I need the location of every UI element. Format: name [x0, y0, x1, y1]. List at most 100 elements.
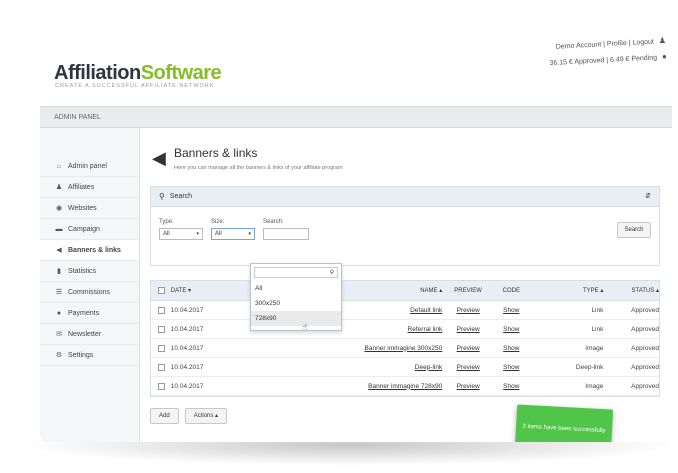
table-header: DATE ▾ NAME ▴ PREVIEW CODE TYPE ▴ STATUS…	[151, 281, 659, 301]
row-checkbox[interactable]	[158, 344, 165, 352]
col-type-header[interactable]: TYPE ▴	[529, 287, 603, 294]
search-panel-title: Search	[169, 193, 193, 200]
row-status: Approved	[631, 344, 659, 352]
search-input[interactable]	[263, 228, 309, 240]
success-toast[interactable]: 2 items have been successfully saved	[514, 404, 614, 442]
select-all-checkbox[interactable]	[158, 287, 165, 294]
profile-link[interactable]: Profile	[606, 40, 626, 48]
sidebar-item-websites[interactable]: ◉ Websites	[40, 198, 139, 219]
account-box: Demo Account | Profile | Logout ♟ 36.15 …	[548, 35, 667, 68]
sidebar-item-commissions[interactable]: ☰ Commissions	[40, 282, 139, 303]
row-type: Link	[591, 306, 604, 314]
size-dropdown-list: ⚲ All 300x250 728x90	[250, 263, 342, 331]
dropdown-option[interactable]: 300x250	[251, 296, 341, 311]
row-name-link[interactable]: Referral link	[337, 326, 443, 333]
size-select-value: All	[215, 231, 222, 237]
type-select[interactable]: All ▾	[159, 228, 203, 240]
col-status-label: STATUS	[631, 288, 655, 294]
coins-icon: ●	[56, 309, 62, 317]
row-preview-link[interactable]: Preview	[442, 364, 494, 371]
col-name-label: NAME	[420, 288, 438, 294]
table-row: 10.04.2017 Default link Preview Show Lin…	[151, 301, 659, 320]
row-status: Approved	[631, 325, 659, 333]
megaphone-icon: ◀	[152, 148, 166, 168]
envelope-icon: ✉	[56, 331, 62, 338]
row-type: Deep-link	[575, 363, 604, 371]
balance-text: 36.15 € Approved | 6.49 € Pending	[548, 54, 657, 68]
search-icon: ⚲	[329, 270, 334, 276]
row-preview-link[interactable]: Preview	[442, 307, 494, 314]
col-preview-header: PREVIEW	[454, 287, 482, 294]
row-preview-link[interactable]: Preview	[442, 326, 494, 333]
sidebar-item-campaign[interactable]: ▬ Campaign	[40, 219, 139, 240]
row-code-link[interactable]: Show	[494, 345, 529, 352]
brand-logo[interactable]: AffiliationSoftware	[54, 62, 222, 85]
row-status: Approved	[631, 306, 659, 314]
row-code-link[interactable]: Show	[494, 307, 529, 314]
col-code-header: CODE	[502, 287, 520, 294]
sidebar-item-label: Websites	[68, 204, 97, 212]
sidebar-item-admin-panel[interactable]: ⌂ Admin panel	[40, 156, 139, 177]
sidebar-item-statistics[interactable]: ▮ Statistics	[40, 261, 139, 282]
row-type: Image	[585, 344, 604, 352]
row-code-link[interactable]: Show	[494, 383, 529, 390]
sidebar-item-label: Banners & links	[68, 246, 121, 254]
table-row: 10.04.2017 Referral link Preview Show Li…	[151, 320, 659, 339]
page-title: Banners & links	[174, 146, 258, 160]
col-date-label: DATE	[170, 288, 187, 294]
col-status-header[interactable]: STATUS ▴	[603, 287, 659, 294]
row-name-link[interactable]: Banner immagine 300x250	[337, 345, 443, 352]
user-icon: ♟	[658, 35, 666, 46]
logo-part1: Affiliation	[54, 62, 141, 84]
list-icon: ☰	[55, 289, 63, 296]
row-code-link[interactable]: Show	[494, 326, 529, 333]
chart-icon: ▮	[57, 268, 61, 275]
admin-panel-bar: ADMIN PANEL	[40, 106, 672, 128]
demo-account-link[interactable]: Demo Account	[555, 41, 601, 50]
dropdown-option[interactable]: All	[251, 281, 341, 296]
folder-icon: ▬	[55, 225, 63, 233]
logo-part2: Software	[140, 62, 222, 84]
globe-icon: ◉	[55, 205, 63, 212]
gear-icon: ⚙	[55, 352, 63, 359]
admin-panel-label: ADMIN PANEL	[54, 114, 101, 121]
sidebar-item-settings[interactable]: ⚙ Settings	[40, 345, 139, 366]
size-select[interactable]: All ▾	[211, 228, 255, 240]
row-name-link[interactable]: Default link	[337, 307, 442, 314]
top-header: AffiliationSoftware CREATE A SUCCESSFUL …	[40, 22, 672, 100]
row-date: 10.04.2017	[170, 363, 204, 371]
search-panel-header[interactable]: ⚲ Search ⇵	[151, 187, 659, 207]
sidebar-item-banners-links[interactable]: ◀ Banners & links	[40, 240, 139, 261]
row-status: Approved	[631, 382, 659, 390]
size-label: Size:	[211, 219, 225, 225]
sidebar-item-newsletter[interactable]: ✉ Newsletter	[40, 324, 139, 345]
row-preview-link[interactable]: Preview	[442, 383, 494, 390]
actions-button-label: Actions	[193, 413, 214, 419]
add-button[interactable]: Add	[150, 408, 179, 424]
sidebar-item-label: Affiliates	[68, 183, 95, 191]
collapse-caret-icon[interactable]: ⇵	[645, 192, 651, 200]
type-select-value: All	[163, 231, 170, 237]
row-checkbox[interactable]	[158, 325, 165, 333]
dropdown-option[interactable]: 728x90	[251, 311, 341, 326]
row-name-link[interactable]: Banner immagine 728x90	[337, 383, 442, 390]
search-button[interactable]: Search	[617, 222, 651, 238]
row-code-link[interactable]: Show	[494, 364, 529, 371]
row-name-link[interactable]: Deep-link	[337, 364, 442, 371]
col-name-header[interactable]: NAME ▴	[337, 287, 442, 294]
logout-link[interactable]: Logout	[632, 39, 654, 47]
row-preview-link[interactable]: Preview	[442, 345, 494, 352]
row-checkbox[interactable]	[158, 382, 165, 390]
row-checkbox[interactable]	[158, 363, 165, 371]
dropdown-search-input[interactable]: ⚲	[254, 267, 338, 278]
actions-button[interactable]: Actions ▴	[184, 408, 228, 424]
sidebar-item-label: Admin panel	[68, 162, 107, 170]
app-screen: AffiliationSoftware CREATE A SUCCESSFUL …	[40, 22, 672, 442]
sidebar-item-payments[interactable]: ● Payments	[40, 303, 139, 324]
sidebar-item-label: Commissions	[68, 288, 111, 296]
sidebar-item-label: Statistics	[68, 267, 97, 275]
row-checkbox[interactable]	[158, 306, 165, 314]
sidebar-item-affiliates[interactable]: ♟ Affiliates	[40, 177, 139, 198]
search-label: Search:	[263, 219, 284, 225]
search-icon: ⚲	[159, 192, 165, 201]
